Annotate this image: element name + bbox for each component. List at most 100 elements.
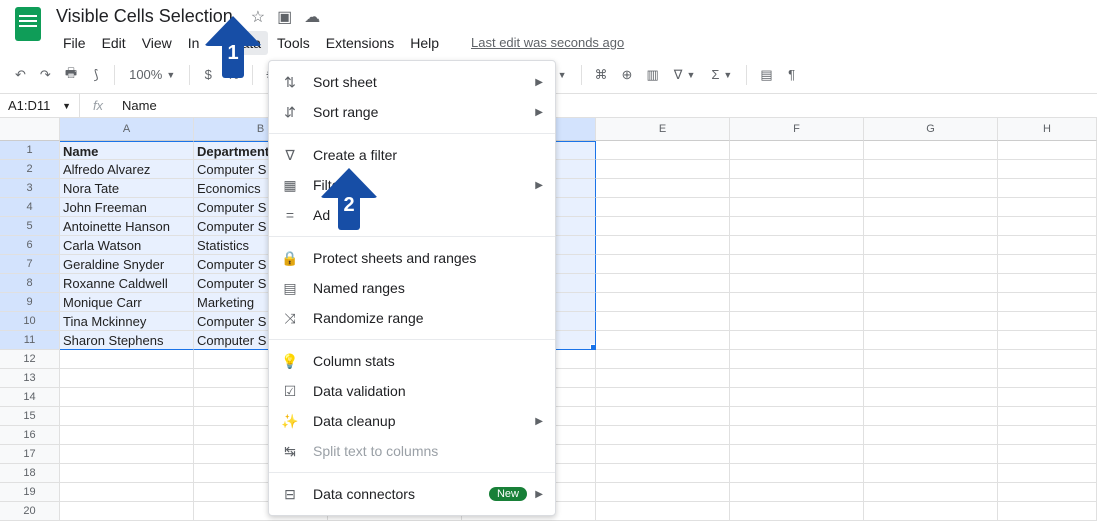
- menu-data-cleanup[interactable]: ✨Data cleanup▶: [269, 406, 555, 436]
- menu-help[interactable]: Help: [403, 31, 446, 55]
- cell[interactable]: [998, 464, 1097, 483]
- cell[interactable]: [864, 407, 998, 426]
- cell[interactable]: [730, 160, 864, 179]
- cell[interactable]: [596, 255, 730, 274]
- cell[interactable]: Geraldine Snyder: [60, 255, 194, 274]
- cell[interactable]: [730, 274, 864, 293]
- col-header[interactable]: H: [998, 118, 1097, 141]
- cell[interactable]: Alfredo Alvarez: [60, 160, 194, 179]
- comment-icon[interactable]: ⊕: [617, 63, 638, 87]
- link-icon[interactable]: ⌘: [590, 63, 613, 87]
- cell[interactable]: [596, 502, 730, 521]
- cell[interactable]: Antoinette Hanson: [60, 217, 194, 236]
- row-header[interactable]: 9: [0, 293, 60, 312]
- row-header[interactable]: 5: [0, 217, 60, 236]
- cell[interactable]: [596, 160, 730, 179]
- menu-extensions[interactable]: Extensions: [319, 31, 401, 55]
- menu-filter-views[interactable]: ▦Filter▶: [269, 170, 555, 200]
- cell[interactable]: [730, 331, 864, 350]
- cell[interactable]: [60, 388, 194, 407]
- cell[interactable]: [998, 407, 1097, 426]
- sheets-logo[interactable]: [10, 6, 46, 42]
- cell[interactable]: [730, 407, 864, 426]
- toggle2-icon[interactable]: ¶: [782, 63, 802, 86]
- cell[interactable]: [730, 445, 864, 464]
- cell[interactable]: [60, 407, 194, 426]
- row-header[interactable]: 18: [0, 464, 60, 483]
- row-header[interactable]: 12: [0, 350, 60, 369]
- cell[interactable]: [730, 426, 864, 445]
- cell[interactable]: [596, 369, 730, 388]
- row-header[interactable]: 11: [0, 331, 60, 350]
- chart-icon[interactable]: ▥: [641, 63, 663, 87]
- cell[interactable]: [596, 388, 730, 407]
- cell[interactable]: [596, 426, 730, 445]
- cell[interactable]: [596, 179, 730, 198]
- cell[interactable]: Nora Tate: [60, 179, 194, 198]
- cell[interactable]: [60, 426, 194, 445]
- cell[interactable]: [864, 445, 998, 464]
- row-header[interactable]: 8: [0, 274, 60, 293]
- cell[interactable]: [730, 350, 864, 369]
- row-header[interactable]: 6: [0, 236, 60, 255]
- cell[interactable]: [60, 350, 194, 369]
- cell[interactable]: [864, 464, 998, 483]
- menu-insert[interactable]: In: [181, 31, 207, 55]
- cell[interactable]: [730, 141, 864, 160]
- cell[interactable]: [864, 502, 998, 521]
- cell[interactable]: [864, 483, 998, 502]
- cell[interactable]: [864, 293, 998, 312]
- cell[interactable]: [730, 369, 864, 388]
- cell[interactable]: [864, 236, 998, 255]
- cell[interactable]: [730, 198, 864, 217]
- cell[interactable]: [998, 369, 1097, 388]
- cloud-icon[interactable]: ☁: [304, 7, 320, 27]
- cell[interactable]: Sharon Stephens: [60, 331, 194, 350]
- menu-data-validation[interactable]: ☑Data validation: [269, 376, 555, 406]
- row-header[interactable]: 3: [0, 179, 60, 198]
- row-header[interactable]: 2: [0, 160, 60, 179]
- cell[interactable]: [864, 141, 998, 160]
- cell[interactable]: [864, 198, 998, 217]
- cell[interactable]: [998, 483, 1097, 502]
- cell[interactable]: [730, 388, 864, 407]
- cell[interactable]: [60, 483, 194, 502]
- zoom-select[interactable]: 100%▼: [123, 65, 181, 84]
- cell[interactable]: Roxanne Caldwell: [60, 274, 194, 293]
- menu-tools[interactable]: Tools: [270, 31, 317, 55]
- col-header[interactable]: F: [730, 118, 864, 141]
- cell[interactable]: [864, 312, 998, 331]
- cell[interactable]: [596, 293, 730, 312]
- cell[interactable]: [60, 445, 194, 464]
- row-header[interactable]: 1: [0, 141, 60, 160]
- cell[interactable]: [998, 179, 1097, 198]
- menu-data-connectors[interactable]: ⊟Data connectorsNew▶: [269, 479, 555, 509]
- cell[interactable]: [864, 388, 998, 407]
- name-box[interactable]: A1:D11▼: [0, 94, 80, 117]
- cell[interactable]: [730, 293, 864, 312]
- paint-format-icon[interactable]: ⟆: [86, 63, 106, 87]
- row-header[interactable]: 7: [0, 255, 60, 274]
- cell[interactable]: [730, 483, 864, 502]
- cell[interactable]: [730, 236, 864, 255]
- last-edit-link[interactable]: Last edit was seconds ago: [464, 31, 631, 55]
- cell[interactable]: [60, 369, 194, 388]
- cell[interactable]: [730, 502, 864, 521]
- row-header[interactable]: 13: [0, 369, 60, 388]
- cell[interactable]: [730, 312, 864, 331]
- cell[interactable]: [596, 236, 730, 255]
- cell[interactable]: [60, 464, 194, 483]
- undo-icon[interactable]: ↶: [10, 63, 31, 87]
- menu-view[interactable]: View: [135, 31, 179, 55]
- col-header[interactable]: G: [864, 118, 998, 141]
- menu-randomize[interactable]: ⤨Randomize range: [269, 303, 555, 333]
- col-header[interactable]: A: [60, 118, 194, 141]
- cell[interactable]: Tina Mckinney: [60, 312, 194, 331]
- cell[interactable]: [998, 236, 1097, 255]
- row-header[interactable]: 15: [0, 407, 60, 426]
- cell[interactable]: [596, 483, 730, 502]
- cell[interactable]: [998, 445, 1097, 464]
- cell[interactable]: [864, 217, 998, 236]
- menu-file[interactable]: File: [56, 31, 93, 55]
- cell[interactable]: [864, 369, 998, 388]
